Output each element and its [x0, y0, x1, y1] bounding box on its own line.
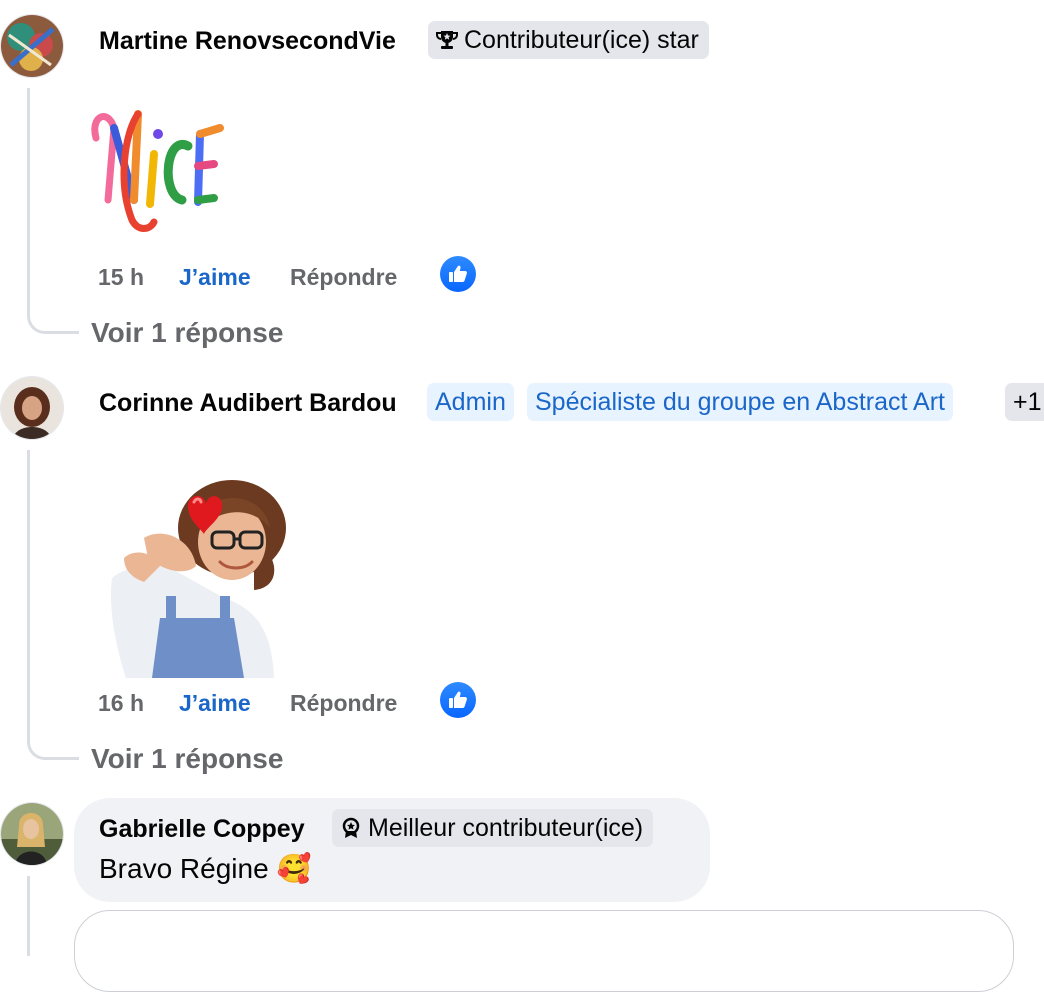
- avatar-heart-sticker[interactable]: [104, 478, 288, 678]
- reply-input-box[interactable]: [74, 910, 1014, 992]
- reply-button[interactable]: Répondre: [290, 264, 397, 291]
- trophy-icon: [436, 24, 458, 62]
- thread-line-curve: [27, 300, 79, 334]
- avatar-corinne[interactable]: [0, 376, 64, 440]
- nice-sticker[interactable]: [88, 104, 228, 236]
- avatar-gabrielle[interactable]: [0, 802, 64, 866]
- contributor-star-badge[interactable]: Contributeur(ice) star: [428, 21, 709, 59]
- view-replies-link[interactable]: Voir 1 réponse: [91, 317, 283, 349]
- comment-author[interactable]: Gabrielle Coppey: [99, 815, 305, 844]
- avatar-martine[interactable]: [0, 14, 64, 78]
- smiling-hearts-emoji: 🥰: [276, 853, 312, 884]
- top-contributor-badge[interactable]: Meilleur contributeur(ice): [332, 809, 654, 850]
- award-icon: [340, 812, 362, 850]
- thread-line: [27, 876, 30, 956]
- thread-line: [27, 450, 30, 744]
- like-reaction-icon[interactable]: [440, 256, 476, 292]
- thread-line: [27, 88, 30, 318]
- more-badges-button[interactable]: +1: [1005, 383, 1044, 421]
- comment-timestamp[interactable]: 15 h: [98, 264, 144, 291]
- comment-author[interactable]: Corinne Audibert Bardou: [99, 389, 397, 418]
- admin-badge[interactable]: Admin: [427, 383, 514, 421]
- specialist-badge[interactable]: Spécialiste du groupe en Abstract Art: [527, 383, 953, 421]
- comment-text: Bravo Régine 🥰: [99, 852, 311, 885]
- like-button[interactable]: J’aime: [179, 690, 251, 717]
- badge-label: Meilleur contributeur(ice): [368, 814, 644, 842]
- badge-label: Contributeur(ice) star: [464, 26, 699, 54]
- comment-author[interactable]: Martine RenovsecondVie: [99, 27, 396, 56]
- comment-timestamp[interactable]: 16 h: [98, 690, 144, 717]
- thread-line-curve: [27, 726, 79, 760]
- view-replies-link[interactable]: Voir 1 réponse: [91, 743, 283, 775]
- comment-body: Bravo Régine: [99, 853, 269, 884]
- like-button[interactable]: J’aime: [179, 264, 251, 291]
- reply-button[interactable]: Répondre: [290, 690, 397, 717]
- like-reaction-icon[interactable]: [440, 682, 476, 718]
